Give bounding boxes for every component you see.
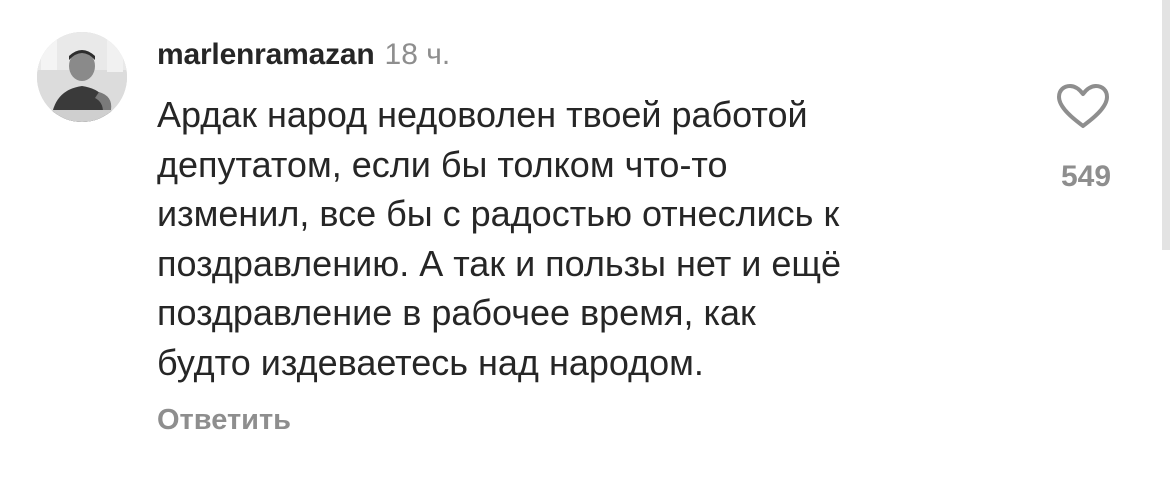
timestamp: 18 ч. — [384, 38, 451, 71]
user-photo-icon — [37, 32, 127, 122]
comment: marlenramazan 18 ч. Ардак народ недоволен… — [0, 0, 1170, 484]
scrollbar[interactable] — [1162, 0, 1170, 250]
reply-button[interactable]: Ответить — [157, 404, 291, 437]
comment-text: Ардак народ недоволен твоей работой депу… — [157, 94, 842, 383]
like-count: 549 — [1060, 160, 1112, 193]
heart-icon — [1057, 84, 1109, 128]
username[interactable]: marlenramazan — [157, 38, 375, 71]
avatar[interactable] — [37, 32, 127, 122]
like-button[interactable] — [1055, 82, 1111, 130]
comment-meta: marlenramazan 18 ч. — [157, 40, 450, 70]
